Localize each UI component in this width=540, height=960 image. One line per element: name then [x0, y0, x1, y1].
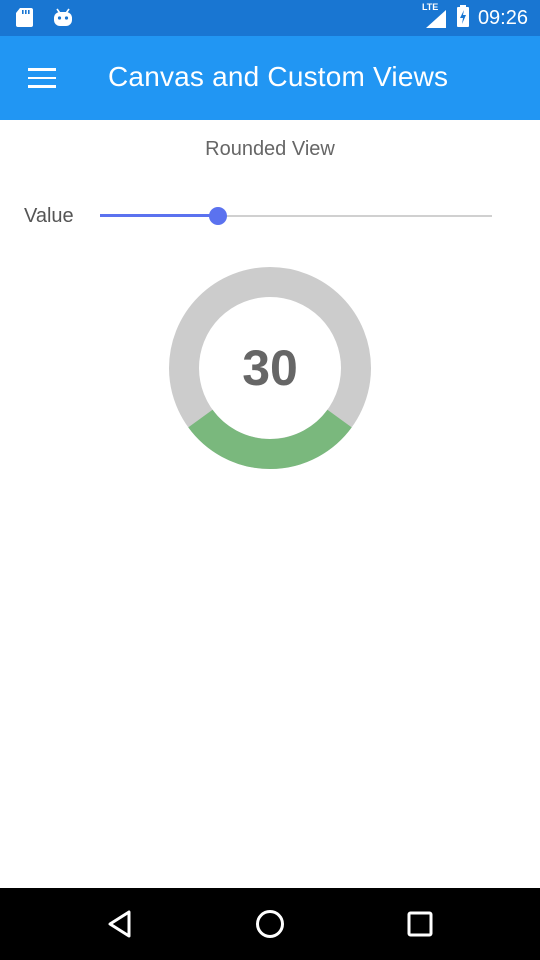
android-icon	[52, 6, 74, 33]
slider-label: Value	[24, 205, 74, 227]
hamburger-menu-button[interactable]	[20, 60, 64, 96]
app-title: Canvas and Custom Views	[108, 61, 449, 92]
home-icon	[256, 910, 284, 938]
app-bar: Canvas and Custom Views	[0, 36, 540, 120]
slider-fill	[100, 214, 218, 217]
slider-thumb[interactable]	[208, 207, 227, 225]
hamburger-menu-icon-line	[28, 76, 56, 80]
rounded-view-gauge: 30	[160, 256, 380, 486]
sd-card-icon	[14, 6, 34, 33]
hamburger-menu-icon-line	[28, 85, 56, 88]
hamburger-menu-icon	[28, 68, 56, 71]
status-time: 09:26	[477, 6, 528, 29]
recents-icon	[407, 911, 433, 937]
gauge-value: 30	[242, 340, 298, 396]
home-button[interactable]	[248, 902, 292, 946]
status-bar: LTE 09:26	[0, 0, 540, 36]
gauge-fill	[188, 409, 352, 469]
back-button[interactable]	[98, 902, 142, 946]
status-left-icons	[14, 6, 74, 33]
value-slider[interactable]	[100, 200, 492, 232]
status-right-icons: LTE 09:26	[422, 0, 528, 36]
battery-charging-icon	[456, 4, 470, 33]
navigation-bar	[0, 888, 540, 960]
lte-signal-icon: LTE	[422, 2, 448, 30]
screen: LTE 09:26 Canvas and Custom Views Rounde…	[0, 0, 540, 960]
recents-button[interactable]	[398, 902, 442, 946]
back-icon	[108, 910, 131, 938]
page-heading: Rounded View	[205, 138, 335, 160]
